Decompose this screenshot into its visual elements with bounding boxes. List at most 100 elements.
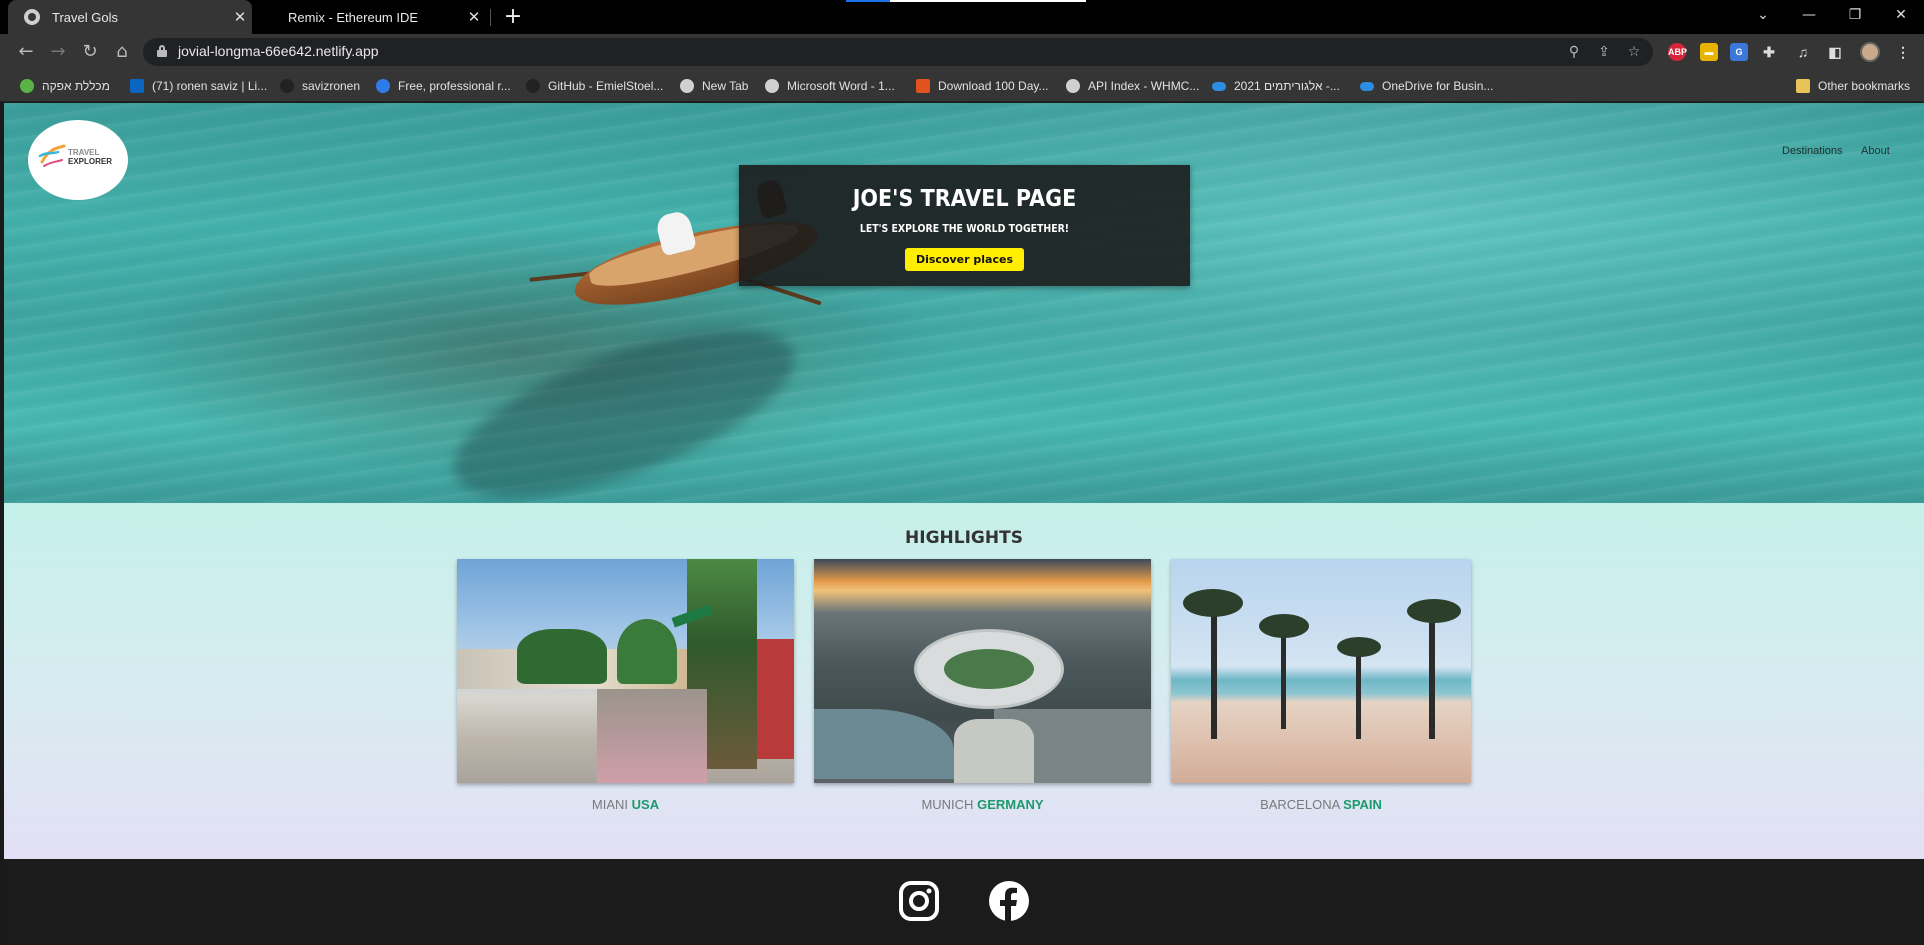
hero-subtitle: LET'S EXPLORE THE WORLD TOGETHER! bbox=[859, 222, 1070, 235]
minimize-icon[interactable]: — bbox=[1786, 0, 1832, 30]
bookmark-item[interactable]: New Tab bbox=[680, 76, 748, 96]
bookmark-label: New Tab bbox=[702, 79, 749, 93]
bookmark-label: מכללת אפקה bbox=[42, 79, 110, 93]
bookmarks-bar: מכללת אפקה (71) ronen saviz | Li... savi… bbox=[0, 70, 1924, 102]
tab-hover-indicator bbox=[846, 0, 1086, 2]
browser-toolbar: ← → ↻ ⌂ jovial-longma-66e642.netlify.app… bbox=[0, 34, 1924, 70]
facebook-icon[interactable] bbox=[988, 880, 1030, 922]
home-icon[interactable]: ⌂ bbox=[110, 40, 134, 64]
bookmark-item[interactable]: OneDrive for Busin... bbox=[1360, 76, 1493, 96]
footer bbox=[4, 859, 1924, 945]
card-country: GERMANY bbox=[977, 797, 1044, 812]
media-control-icon[interactable]: ♫ bbox=[1794, 43, 1812, 61]
globe-icon bbox=[1066, 79, 1080, 93]
other-bookmarks-label: Other bookmarks bbox=[1818, 79, 1911, 93]
bookmark-label: API Index - WHMC... bbox=[1088, 79, 1200, 93]
bookmark-item[interactable]: (71) ronen saviz | Li... bbox=[130, 76, 267, 96]
hero-section: TRAVEL EXPLORER Destinations About JOE'S… bbox=[4, 103, 1924, 503]
logo-line1: TRAVEL bbox=[68, 148, 100, 157]
hero-title: JOE'S TRAVEL PAGE bbox=[852, 186, 1077, 212]
card-caption: MIANI USA bbox=[457, 797, 794, 812]
close-icon[interactable]: ✕ bbox=[462, 8, 486, 26]
logo-line2: EXPLORER bbox=[68, 157, 113, 166]
bookmark-item[interactable]: Microsoft Word - 1... bbox=[765, 76, 895, 96]
discover-places-button[interactable]: Discover places bbox=[904, 248, 1024, 271]
x-icon bbox=[916, 79, 930, 93]
bookmark-label: (71) ronen saviz | Li... bbox=[152, 79, 268, 93]
travel-explorer-logo[interactable]: TRAVEL EXPLORER bbox=[28, 120, 128, 200]
restore-icon[interactable]: ❐ bbox=[1832, 0, 1878, 30]
water-texture bbox=[4, 103, 1924, 503]
folder-icon bbox=[1796, 79, 1810, 93]
card-caption: MUNICH GERMANY bbox=[814, 797, 1151, 812]
zoom-icon[interactable]: ⚲ bbox=[1565, 43, 1583, 61]
card-country: SPAIN bbox=[1343, 797, 1382, 812]
bookmark-item[interactable]: Free, professional r... bbox=[376, 76, 511, 96]
reload-icon[interactable]: ↻ bbox=[78, 40, 102, 64]
bookmark-item[interactable]: savizronen bbox=[280, 76, 360, 96]
tab-title: Travel Gols bbox=[52, 9, 118, 25]
web-page: TRAVEL EXPLORER Destinations About JOE'S… bbox=[4, 103, 1924, 945]
bookmark-label: אלגוריתמים 2021 -... bbox=[1234, 79, 1340, 93]
hero-card: JOE'S TRAVEL PAGE LET'S EXPLORE THE WORL… bbox=[739, 165, 1190, 286]
bookmark-label: Free, professional r... bbox=[398, 79, 511, 93]
card-caption: BARCELONA SPAIN bbox=[1171, 797, 1471, 812]
globe-icon bbox=[24, 9, 40, 25]
close-icon[interactable]: ✕ bbox=[228, 8, 252, 26]
logo-text: TRAVEL EXPLORER bbox=[68, 148, 112, 166]
barcelona-beach-image[interactable] bbox=[1171, 559, 1471, 783]
card-city: MIANI bbox=[591, 797, 629, 812]
address-bar[interactable]: jovial-longma-66e642.netlify.app ⚲ ⇪ ☆ bbox=[143, 38, 1653, 66]
share-icon[interactable]: ⇪ bbox=[1595, 43, 1613, 61]
card-country: USA bbox=[631, 797, 660, 812]
back-icon[interactable]: ← bbox=[14, 40, 38, 64]
window-close-icon[interactable]: ✕ bbox=[1878, 0, 1924, 30]
globe-icon bbox=[680, 79, 694, 93]
highlights-title: HIGHLIGHTS bbox=[905, 528, 1023, 548]
bookmark-item[interactable]: אלגוריתמים 2021 -... bbox=[1212, 76, 1340, 96]
bookmark-label: OneDrive for Busin... bbox=[1382, 79, 1494, 93]
tab-strip: Travel Gols ✕ Remix - Ethereum IDE ✕ + ⌄… bbox=[0, 0, 1924, 34]
nav-link-destinations[interactable]: Destinations bbox=[1782, 145, 1843, 157]
profile-avatar[interactable] bbox=[1860, 42, 1880, 62]
adblock-icon[interactable]: ABP bbox=[1668, 43, 1687, 61]
bookmark-item[interactable]: Download 100 Day... bbox=[916, 76, 1049, 96]
card-city: BARCELONA bbox=[1260, 797, 1340, 812]
munich-stadium-image[interactable] bbox=[814, 559, 1151, 783]
new-tab-button[interactable]: + bbox=[500, 4, 526, 30]
bookmark-item[interactable]: API Index - WHMC... bbox=[1066, 76, 1199, 96]
bookmark-item[interactable]: GitHub - EmielStoel... bbox=[526, 76, 663, 96]
tab-search-icon[interactable]: ⌄ bbox=[1740, 0, 1786, 30]
other-bookmarks[interactable]: Other bookmarks bbox=[1796, 76, 1910, 96]
github-icon bbox=[526, 79, 540, 93]
bookmark-label: savizronen bbox=[302, 79, 361, 93]
nav-link-about[interactable]: About bbox=[1861, 145, 1890, 157]
star-icon[interactable]: ☆ bbox=[1625, 43, 1643, 61]
onedrive-icon bbox=[1212, 81, 1226, 91]
extension-notes-icon[interactable]: ▬ bbox=[1700, 43, 1718, 61]
bookmark-item[interactable]: מכללת אפקה bbox=[20, 76, 110, 96]
linkedin-icon bbox=[130, 79, 144, 93]
extensions-puzzle-icon[interactable]: ✚ bbox=[1760, 43, 1778, 61]
forward-icon[interactable]: → bbox=[46, 40, 70, 64]
side-panel-icon[interactable]: ◧ bbox=[1826, 43, 1844, 61]
url-text[interactable]: jovial-longma-66e642.netlify.app bbox=[178, 43, 379, 59]
tab-divider bbox=[490, 9, 491, 26]
bookmark-label: Download 100 Day... bbox=[938, 79, 1049, 93]
c-icon bbox=[376, 79, 390, 93]
lock-icon[interactable] bbox=[157, 45, 167, 57]
onedrive-icon bbox=[1360, 81, 1374, 91]
tab-title: Remix - Ethereum IDE bbox=[288, 9, 419, 25]
card-city: MUNICH bbox=[921, 797, 974, 812]
bookmark-label: Microsoft Word - 1... bbox=[787, 79, 895, 93]
tab-remix[interactable]: Remix - Ethereum IDE ✕ bbox=[264, 0, 486, 34]
tab-travel-gols[interactable]: Travel Gols ✕ bbox=[8, 0, 252, 34]
github-icon bbox=[280, 79, 294, 93]
instagram-icon[interactable] bbox=[898, 880, 940, 922]
translate-icon[interactable]: G bbox=[1730, 43, 1748, 61]
highlights-section: HIGHLIGHTS MIANI USA MUNICH GERMANY BARC… bbox=[4, 503, 1924, 859]
menu-kebab-icon[interactable]: ⋮ bbox=[1894, 43, 1912, 61]
leaf-icon bbox=[20, 79, 34, 93]
miami-street-image[interactable] bbox=[457, 559, 794, 783]
logo-swoosh-icon bbox=[38, 144, 66, 167]
